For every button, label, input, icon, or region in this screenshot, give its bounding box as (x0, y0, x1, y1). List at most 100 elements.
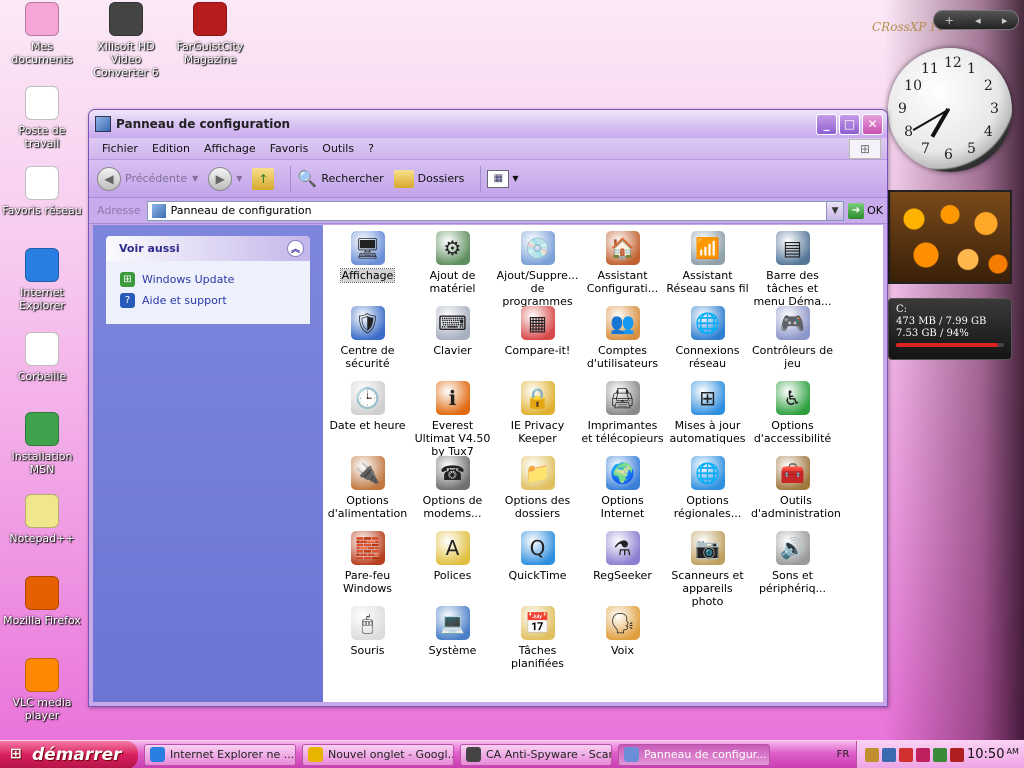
desktop-icon-label: Favoris réseau (2, 204, 82, 217)
address-dropdown-icon[interactable]: ▼ (826, 201, 844, 220)
control-panel-item[interactable]: ▦ Compare-it! (495, 304, 580, 379)
control-panel-window[interactable]: Panneau de configuration _ □ ✕ Fichier Ed… (88, 109, 888, 707)
folders-label: Dossiers (417, 172, 465, 185)
see-also-link[interactable]: ? Aide et support (120, 293, 298, 308)
control-panel-item[interactable]: 👥 Comptes d'utilisateurs (580, 304, 665, 379)
forward-button[interactable]: ▶ ▼ (208, 166, 242, 191)
control-panel-item[interactable]: 🔊 Sons et périphériq... (750, 529, 835, 604)
control-panel-item-label: Options régionales... (673, 494, 742, 520)
drive-meter-gadget[interactable]: C: 473 MB / 7.99 GB 7.53 GB / 94% (888, 298, 1012, 360)
control-panel-item[interactable]: 🖥 Affichage (325, 229, 410, 304)
control-panel-item[interactable]: 📁 Options des dossiers (495, 454, 580, 529)
control-panel-item[interactable]: 🧰 Outils d'administration (750, 454, 841, 529)
language-indicator[interactable]: FR (832, 746, 854, 764)
desktop-icon[interactable]: Internet Explorer (0, 248, 84, 312)
control-panel-item[interactable]: Q QuickTime (495, 529, 580, 604)
desktop-icon[interactable]: Favoris réseau (0, 166, 84, 217)
control-panel-item[interactable]: ⚙ Ajout de matériel (410, 229, 495, 304)
security-tray-icon[interactable] (865, 747, 879, 762)
desktop-icon[interactable]: FarGuistCity Magazine (168, 2, 252, 66)
control-panel-item[interactable]: 🧱 Pare-feu Windows (325, 529, 410, 604)
go-button[interactable]: ➔ OK (848, 202, 883, 219)
taskbar-button[interactable]: CA Anti-Spyware - Scan (460, 743, 612, 766)
folders-button[interactable]: Dossiers (393, 169, 465, 188)
control-panel-item-label: Clavier (433, 344, 472, 357)
hello-kitty-icon (25, 86, 59, 120)
desktop-icon[interactable]: Notepad++ (0, 494, 84, 545)
update-tray-icon[interactable] (916, 747, 930, 762)
desktop-icon[interactable]: VLC media player (0, 658, 84, 722)
control-panel-item[interactable]: 🌍 Options Internet (580, 454, 665, 529)
desktop-icon[interactable]: Xilisoft HD Video Converter 6 (84, 2, 168, 79)
collapse-chevron-icon[interactable]: ︽ (287, 240, 304, 257)
control-panel-item[interactable]: ☎ Options de modems... (410, 454, 495, 529)
start-button[interactable]: ⊞ démarrer (0, 740, 138, 768)
taskbar-button[interactable]: Internet Explorer ne ... (144, 743, 296, 766)
safely-remove-tray-icon[interactable] (933, 747, 947, 762)
control-panel-item[interactable]: 🔒 IE Privacy Keeper (495, 379, 580, 454)
control-panel-item[interactable]: A Polices (410, 529, 495, 604)
views-dropdown-icon: ▼ (512, 174, 519, 183)
title-bar[interactable]: Panneau de configuration _ □ ✕ (89, 110, 887, 138)
previous-page-button[interactable]: ◂ (975, 14, 981, 27)
forward-dropdown-icon[interactable]: ▼ (236, 174, 242, 183)
menu-item[interactable]: Edition (145, 142, 197, 155)
close-button[interactable]: ✕ (862, 113, 883, 135)
menu-item[interactable]: Affichage (197, 142, 263, 155)
control-panel-item[interactable]: 📅 Tâches planifiées (495, 604, 580, 679)
desktop-icon[interactable]: Mes documents (0, 2, 84, 66)
control-panel-item[interactable]: 🔌 Options d'alimentation (325, 454, 410, 529)
desktop-icon[interactable]: Poste de travail (0, 86, 84, 150)
menu-item[interactable]: ? (361, 142, 381, 155)
control-panel-item[interactable]: ♿ Options d'accessibilité (750, 379, 835, 454)
control-panel-item[interactable]: ℹ Everest Ultimat V4.50 by Tux7 (410, 379, 495, 458)
gadget-controls[interactable]: + ◂ ▸ (933, 10, 1019, 30)
search-button[interactable]: 🔍 Rechercher (297, 169, 383, 188)
control-panel-item[interactable]: 🖱 Souris (325, 604, 410, 679)
menu-item[interactable]: Fichier (95, 142, 145, 155)
back-dropdown-icon[interactable]: ▼ (192, 174, 198, 183)
control-panel-item[interactable]: ⊞ Mises à jour automatiques (665, 379, 750, 454)
control-panel-item[interactable]: 📷 Scanneurs et appareils photo (665, 529, 750, 608)
control-panel-item[interactable]: 🌐 Options régionales... (665, 454, 750, 529)
analog-clock-gadget[interactable]: 12 1 2 3 4 5 6 7 8 9 10 11 (888, 48, 1012, 172)
control-panel-item[interactable]: 🏠 Assistant Configurati... (580, 229, 665, 304)
control-panel-item[interactable]: 💿 Ajout/Suppre... de programmes (495, 229, 580, 308)
tray-clock[interactable]: 10:50 AM (967, 747, 1019, 762)
slideshow-gadget[interactable] (888, 190, 1012, 284)
control-panel-item[interactable]: 🖨 Imprimantes et télécopieurs (580, 379, 665, 454)
maximize-button[interactable]: □ (839, 113, 860, 135)
menu-item[interactable]: Outils (315, 142, 361, 155)
back-button[interactable]: ◀ Précédente ▼ (97, 166, 198, 191)
control-panel-item[interactable]: ▤ Barre des tâches et menu Déma... (750, 229, 835, 308)
views-button[interactable]: ▦ ▼ (487, 169, 519, 188)
taskbar-button[interactable]: Panneau de configur... (618, 743, 770, 766)
menu-item[interactable]: Favoris (263, 142, 316, 155)
control-panel-item[interactable]: ⌨ Clavier (410, 304, 495, 379)
control-panel-item[interactable]: 🛡 Centre de sécurité (325, 304, 410, 379)
desktop-icon-label: Mozilla Firefox (3, 614, 81, 627)
minimize-button[interactable]: _ (816, 113, 837, 135)
control-panel-item[interactable]: ⚗ RegSeeker (580, 529, 665, 604)
taskbar-button[interactable]: Nouvel onglet - Googl... (302, 743, 454, 766)
next-page-button[interactable]: ▸ (1002, 14, 1008, 27)
see-also-link-label: Aide et support (142, 294, 227, 307)
desktop-icon[interactable]: Corbeille (0, 332, 84, 383)
network-tray-icon[interactable] (882, 747, 896, 762)
control-panel-item[interactable]: 🎮 Contrôleurs de jeu (750, 304, 835, 379)
shield-tray-icon[interactable] (950, 747, 964, 762)
up-folder-button[interactable]: ↑ (252, 167, 275, 190)
control-panel-item[interactable]: 📶 Assistant Réseau sans fil (665, 229, 750, 304)
antivirus-tray-icon[interactable] (899, 747, 913, 762)
control-panel-item[interactable]: 🕒 Date et heure (325, 379, 410, 454)
see-also-link[interactable]: ⊞ Windows Update (120, 272, 298, 287)
control-panel-item[interactable]: 🌐 Connexions réseau (665, 304, 750, 379)
add-gadget-button[interactable]: + (945, 14, 954, 27)
control-panel-item[interactable]: 🗣 Voix (580, 604, 665, 679)
address-input[interactable]: Panneau de configuration ▼ (146, 200, 845, 221)
see-also-header[interactable]: Voir aussi ︽ (106, 236, 310, 261)
desktop-icon[interactable]: Installation MSN (0, 412, 84, 476)
desktop-icon[interactable]: Mozilla Firefox (0, 576, 84, 627)
control-panel-item[interactable]: 💻 Système (410, 604, 495, 679)
security-center-icon: 🛡 (350, 306, 385, 340)
